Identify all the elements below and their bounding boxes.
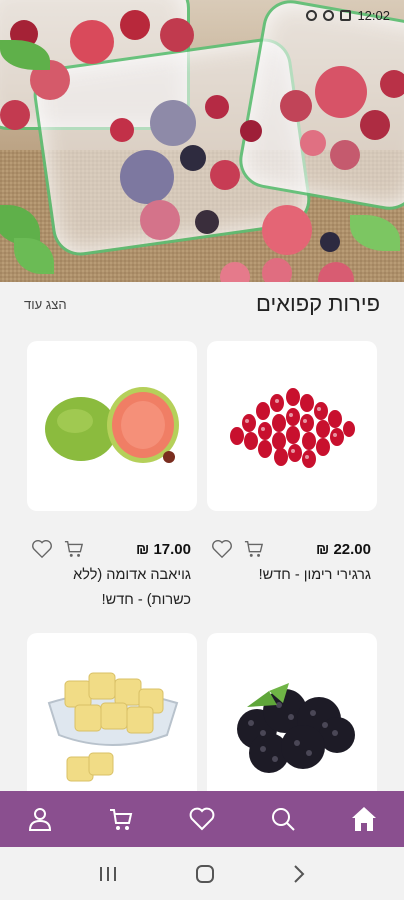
product-card-pomegranate[interactable] (207, 341, 377, 511)
heart-icon (189, 807, 215, 831)
product-meta-guava: ₪ 17.00 גויאבה אדומה (ללא כשרות) - חדש! (27, 537, 197, 613)
hero-banner-image: 12:02 (0, 0, 404, 282)
nav-account-button[interactable] (20, 799, 60, 839)
home-icon (351, 807, 376, 831)
status-bar: 12:02 (306, 8, 390, 23)
product-price: ₪ 17.00 (136, 540, 191, 558)
settings-status-icon (306, 10, 318, 21)
system-navigation-bar (0, 847, 404, 900)
photo-status-icon (340, 10, 352, 21)
product-card-blackberry[interactable] (207, 633, 377, 803)
pomegranate-seeds-image (230, 388, 355, 468)
nav-search-button[interactable] (263, 799, 303, 839)
nav-cart-button[interactable] (101, 799, 141, 839)
favorite-heart-icon[interactable] (31, 539, 53, 559)
back-icon[interactable] (292, 864, 306, 884)
guava-image (45, 387, 179, 463)
home-system-icon[interactable] (195, 864, 215, 884)
bottom-navigation (0, 791, 404, 847)
nav-favorites-button[interactable] (182, 799, 222, 839)
product-card-guava[interactable] (27, 341, 197, 511)
section-header: הצג עוד פירות קפואים (0, 282, 404, 326)
recent-apps-icon[interactable] (98, 865, 118, 883)
a-status-icon (323, 10, 335, 21)
product-card-pineapple[interactable] (27, 633, 197, 803)
product-name[interactable]: גויאבה אדומה (ללא כשרות) - חדש! (27, 563, 197, 613)
add-to-cart-icon[interactable] (243, 539, 265, 559)
favorite-heart-icon[interactable] (211, 539, 233, 559)
section-title: פירות קפואים (255, 291, 380, 316)
product-meta-pomegranate: ₪ 22.00 גרגירי רימון - חדש! (207, 537, 377, 588)
user-icon (29, 808, 52, 831)
show-more-link[interactable]: הצג עוד (24, 297, 67, 312)
add-to-cart-icon[interactable] (63, 539, 85, 559)
product-name[interactable]: גרגירי רימון - חדש! (207, 563, 377, 588)
status-time: 12:02 (357, 8, 390, 23)
nav-home-button[interactable] (344, 799, 384, 839)
search-icon (271, 808, 295, 831)
cart-icon (110, 809, 133, 830)
blackberries-image (237, 683, 355, 773)
product-price: ₪ 22.00 (316, 540, 371, 558)
pineapple-cubes-image (47, 672, 179, 782)
